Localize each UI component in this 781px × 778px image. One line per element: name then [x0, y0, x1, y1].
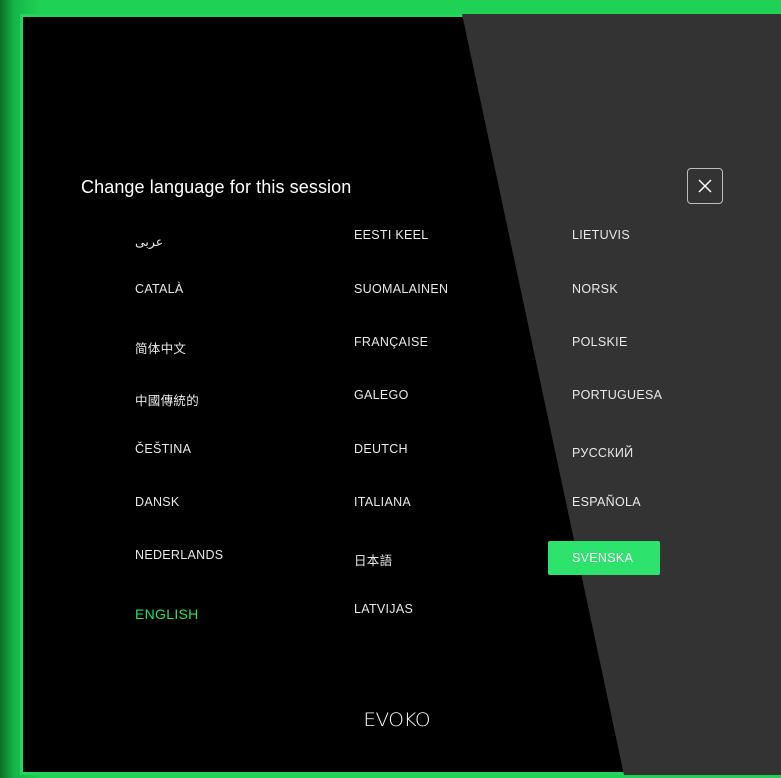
language-option-chinese-simplified[interactable]: 简体中文: [135, 338, 186, 357]
language-option-french[interactable]: FRANÇAISE: [354, 335, 428, 349]
language-option-norwegian[interactable]: NORSK: [572, 282, 618, 296]
language-option-galician[interactable]: GALEGO: [354, 388, 409, 402]
language-option-catalan[interactable]: CATALÀ: [135, 282, 184, 296]
dialog-title: Change language for this session: [81, 177, 352, 197]
language-option-spanish[interactable]: ESPAÑOLA: [572, 495, 641, 509]
language-option-russian[interactable]: РУССКИЙ: [572, 446, 633, 460]
language-option-estonian[interactable]: EESTI KEEL: [354, 228, 429, 242]
close-button[interactable]: [687, 168, 723, 204]
language-option-italian[interactable]: ITALIANA: [354, 495, 411, 509]
language-option-swedish[interactable]: SVENSKA: [548, 541, 660, 575]
language-option-czech[interactable]: ČEŠTINA: [135, 442, 191, 456]
language-dialog: Change language for this session عربى CA…: [20, 14, 781, 775]
evoko-logo: EVOKO: [363, 709, 431, 731]
language-option-chinese-traditional[interactable]: 中國傳統的: [135, 390, 199, 409]
language-option-portuguese[interactable]: PORTUGUESA: [572, 388, 662, 402]
language-option-lithuanian[interactable]: LIETUVIS: [572, 228, 630, 242]
language-option-polish[interactable]: POLSKIE: [572, 335, 628, 349]
language-option-arabic[interactable]: عربى: [135, 234, 163, 249]
language-option-english[interactable]: ENGLISH: [135, 606, 199, 622]
language-option-japanese[interactable]: 日本語: [354, 550, 392, 569]
language-option-latvian[interactable]: LATVIJAS: [354, 602, 413, 616]
language-option-danish[interactable]: DANSK: [135, 495, 180, 509]
language-option-dutch[interactable]: NEDERLANDS: [135, 548, 223, 562]
language-option-swedish-label: SVENSKA: [572, 551, 634, 565]
language-option-german[interactable]: DEUTCH: [354, 442, 408, 456]
close-icon: [698, 179, 712, 193]
language-option-finnish[interactable]: SUOMALAINEN: [354, 282, 448, 296]
